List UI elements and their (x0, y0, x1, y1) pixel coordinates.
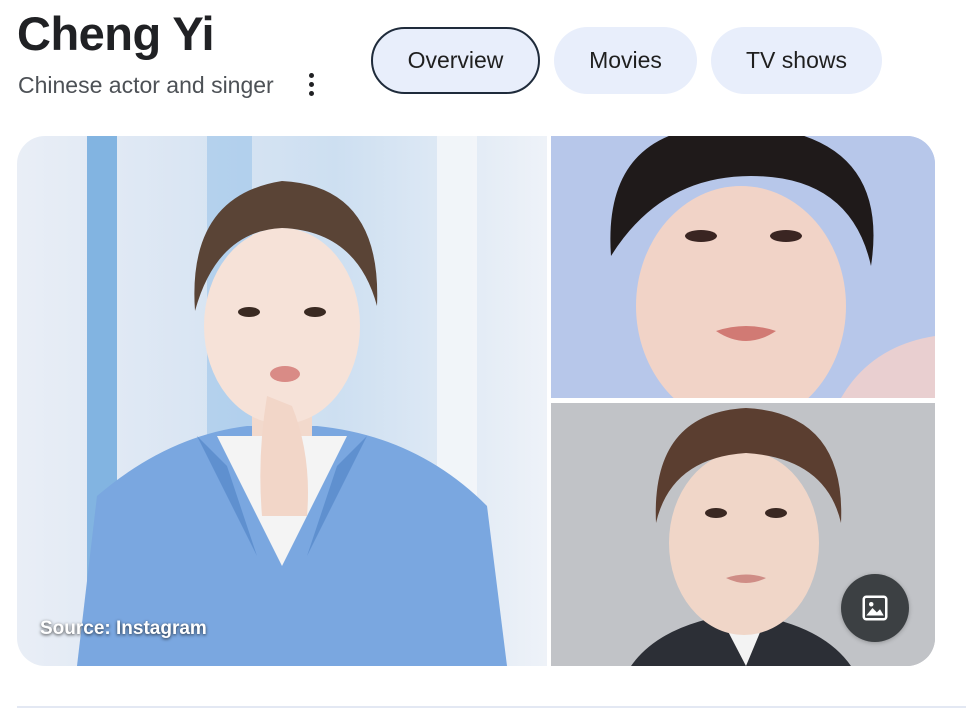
section-divider (17, 706, 966, 708)
image-grid: Source: Instagram (17, 136, 935, 666)
tab-tv-shows[interactable]: TV shows (711, 27, 882, 94)
image-gallery-icon (862, 595, 888, 621)
entity-subtitle: Chinese actor and singer (18, 72, 274, 98)
image-gallery-button[interactable] (841, 574, 909, 642)
secondary-photo-top[interactable] (551, 136, 935, 398)
portrait-illustration (77, 136, 507, 666)
portrait-illustration (551, 136, 935, 398)
main-photo[interactable]: Source: Instagram (17, 136, 547, 666)
image-source-caption: Source: Instagram (40, 618, 207, 639)
page-title: Cheng Yi (17, 7, 215, 60)
more-vert-icon (308, 72, 314, 96)
more-options-button[interactable] (298, 68, 324, 100)
tab-movies[interactable]: Movies (554, 27, 697, 94)
tab-overview[interactable]: Overview (371, 27, 540, 94)
